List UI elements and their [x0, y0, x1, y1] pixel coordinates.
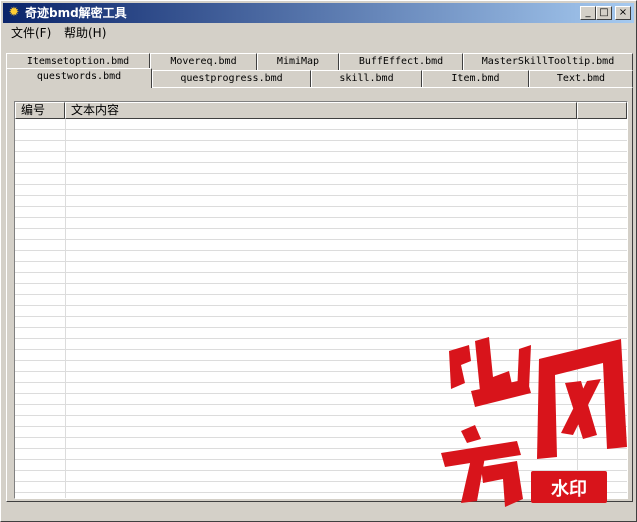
- list-header: 编号 文本内容: [15, 102, 627, 119]
- tab-mimimap[interactable]: MimiMap: [257, 53, 339, 70]
- watermark-stroke: [537, 339, 627, 459]
- column-divider: [65, 119, 66, 498]
- tab-masterskilltooltip[interactable]: MasterSkillTooltip.bmd: [463, 53, 633, 70]
- watermark-badge-text: 水印: [551, 478, 587, 500]
- watermark-stroke: [441, 425, 523, 507]
- maximize-button[interactable]: □: [596, 6, 612, 20]
- tab-questwords[interactable]: questwords.bmd: [6, 68, 152, 88]
- tab-item[interactable]: Item.bmd: [422, 70, 529, 87]
- tab-movereq[interactable]: Movereq.bmd: [150, 53, 257, 70]
- column-header-text[interactable]: 文本内容: [65, 102, 577, 119]
- column-header-id[interactable]: 编号: [15, 102, 65, 119]
- menu-help[interactable]: 帮助(H): [59, 25, 111, 41]
- title-bar[interactable]: ✹ 奇迹bmd解密工具 _ □ ×: [3, 3, 634, 23]
- app-icon: ✹: [8, 5, 20, 20]
- column-header-filler: [577, 102, 627, 119]
- main-window: ✹ 奇迹bmd解密工具 _ □ × 文件(F) 帮助(H) Itemsetopt…: [0, 0, 637, 522]
- tab-text[interactable]: Text.bmd: [529, 70, 633, 87]
- tab-skill[interactable]: skill.bmd: [311, 70, 422, 87]
- tab-buffeffect[interactable]: BuffEffect.bmd: [339, 53, 463, 70]
- watermark-stroke: [449, 337, 531, 407]
- close-button[interactable]: ×: [615, 6, 631, 20]
- window-title: 奇迹bmd解密工具: [25, 6, 127, 20]
- tab-questprogress[interactable]: questprogress.bmd: [152, 70, 311, 87]
- minimize-button[interactable]: _: [580, 6, 596, 20]
- menu-file[interactable]: 文件(F): [6, 25, 56, 41]
- menu-bar: 文件(F) 帮助(H): [3, 23, 634, 43]
- watermark-logo: 水印: [441, 337, 627, 507]
